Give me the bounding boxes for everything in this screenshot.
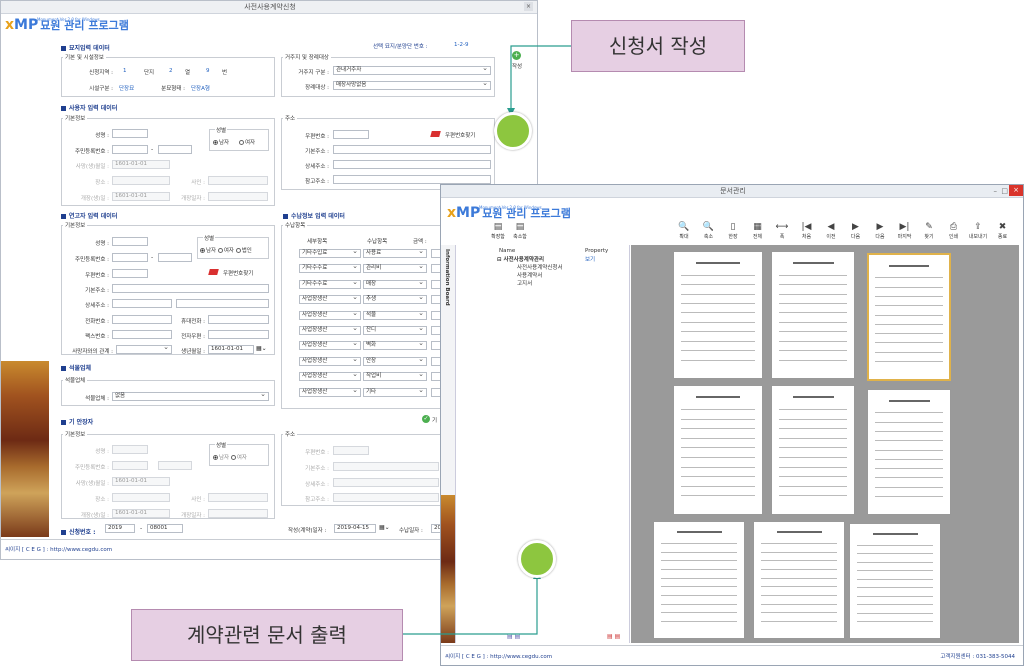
print-highlight-dot — [518, 540, 556, 578]
callout-print-documents: 계약관련 문서 출력 — [131, 609, 403, 661]
write-highlight-dot — [494, 112, 532, 150]
callout-connectors — [402, 45, 571, 635]
